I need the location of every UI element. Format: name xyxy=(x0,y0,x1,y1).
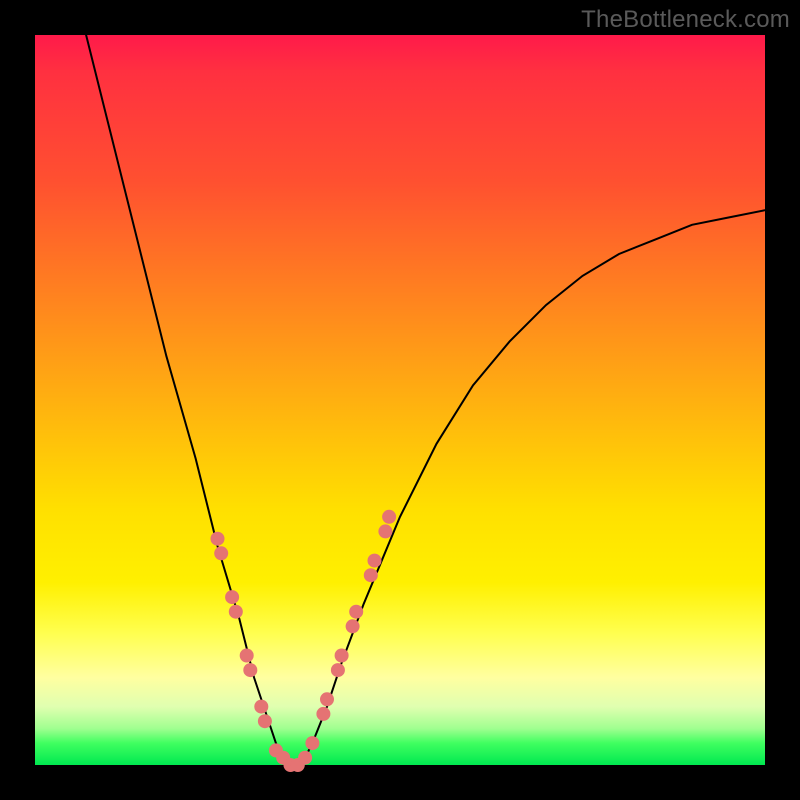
highlight-dot xyxy=(214,546,228,560)
highlight-dot xyxy=(368,554,382,568)
highlight-dot xyxy=(316,707,330,721)
chart-svg xyxy=(35,35,765,765)
highlight-dot xyxy=(305,736,319,750)
highlight-dot xyxy=(243,663,257,677)
highlight-dot xyxy=(349,605,363,619)
highlight-dot xyxy=(331,663,345,677)
highlight-dots xyxy=(211,510,397,772)
highlight-dot xyxy=(364,568,378,582)
highlight-dot xyxy=(335,649,349,663)
highlight-dot xyxy=(225,590,239,604)
highlight-dot xyxy=(254,700,268,714)
highlight-dot xyxy=(258,714,272,728)
highlight-dot xyxy=(240,649,254,663)
highlight-dot xyxy=(320,692,334,706)
highlight-dot xyxy=(346,619,360,633)
highlight-dot xyxy=(382,510,396,524)
highlight-dot xyxy=(378,524,392,538)
plot-area xyxy=(35,35,765,765)
highlight-dot xyxy=(298,751,312,765)
highlight-dot xyxy=(229,605,243,619)
chart-container: TheBottleneck.com xyxy=(0,0,800,800)
highlight-dot xyxy=(211,532,225,546)
bottleneck-curve xyxy=(86,35,765,765)
curve-path xyxy=(86,35,765,765)
watermark-text: TheBottleneck.com xyxy=(581,6,790,34)
